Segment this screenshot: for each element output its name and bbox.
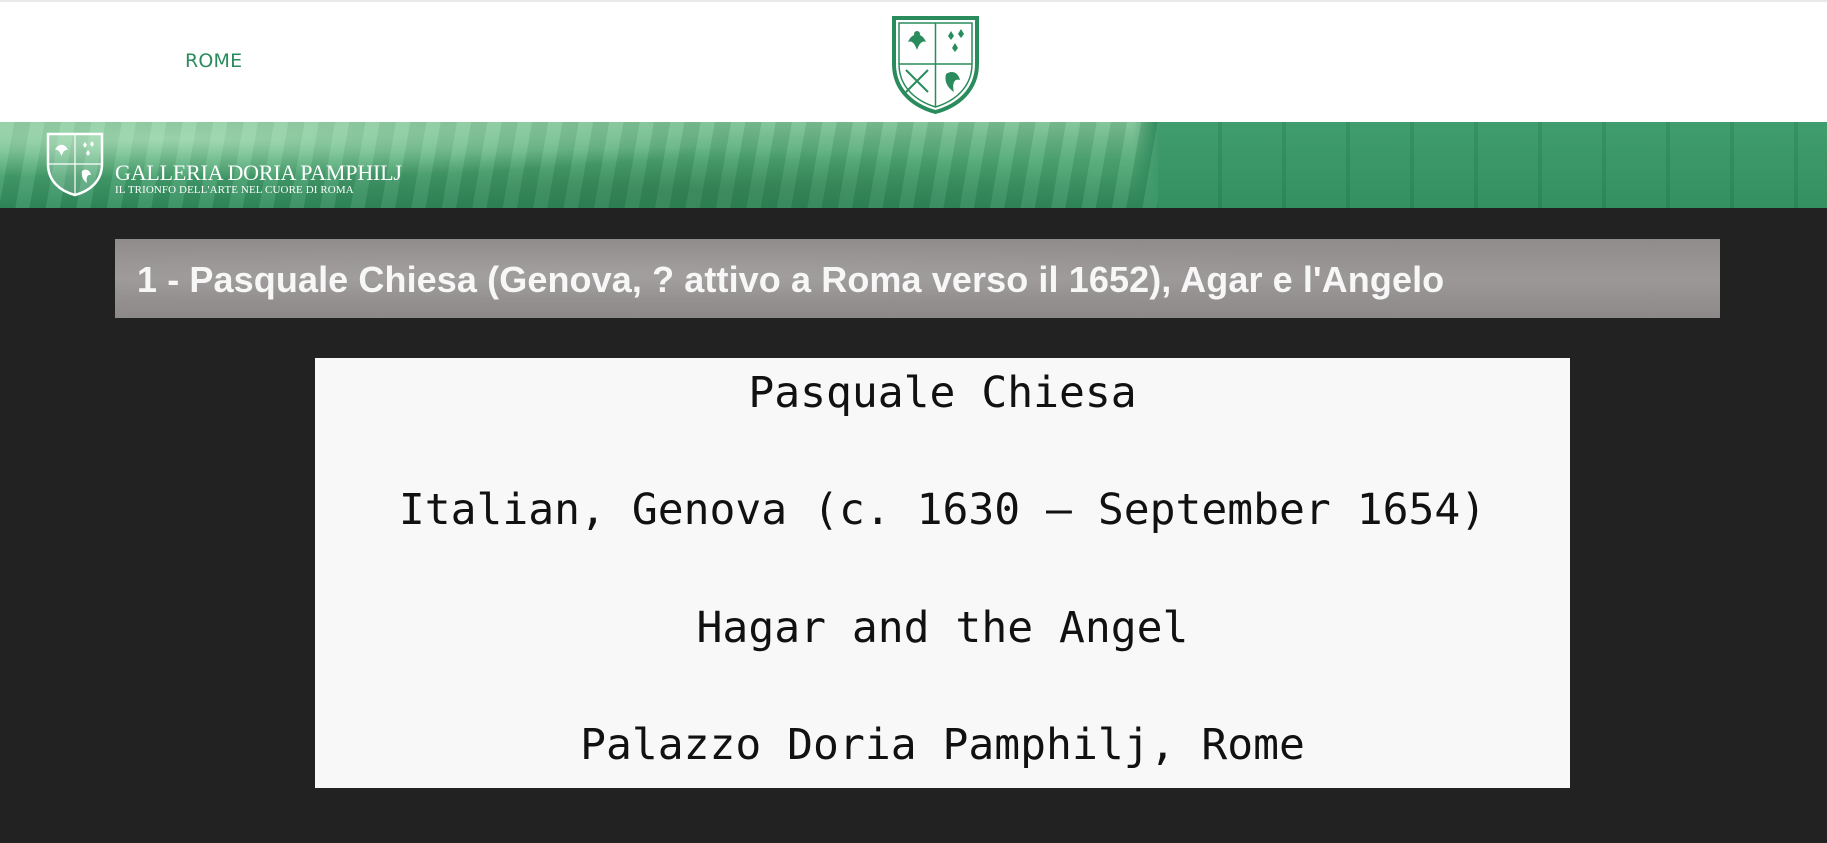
top-navigation: ROME <box>0 0 1827 122</box>
banner-title: GALLERIA DORIA PAMPHILJ <box>115 160 402 185</box>
artist-name: Pasquale Chiesa <box>748 368 1137 418</box>
artwork-info-card: Pasquale Chiesa Italian, Genova (c. 1630… <box>315 358 1570 788</box>
caption-text: 1 - Pasquale Chiesa (Genova, ? attivo a … <box>137 259 1445 300</box>
artwork-location: Palazzo Doria Pamphilj, Rome <box>580 720 1305 770</box>
banner-right-panel <box>1158 122 1827 208</box>
artwork-title: Hagar and the Angel <box>696 603 1189 653</box>
nav-link-rome[interactable]: ROME <box>185 50 242 72</box>
caption-strip: 1 - Pasquale Chiesa (Genova, ? attivo a … <box>115 239 1720 318</box>
crest-icon <box>46 132 104 197</box>
banner-subtitle: IL TRIONFO DELL'ARTE NEL CUORE DI ROMA <box>115 184 354 196</box>
crest-icon[interactable] <box>888 12 983 116</box>
artist-details: Italian, Genova (c. 1630 – September 165… <box>398 485 1487 535</box>
banner: GALLERIA DORIA PAMPHILJ IL TRIONFO DELL'… <box>0 122 1827 208</box>
